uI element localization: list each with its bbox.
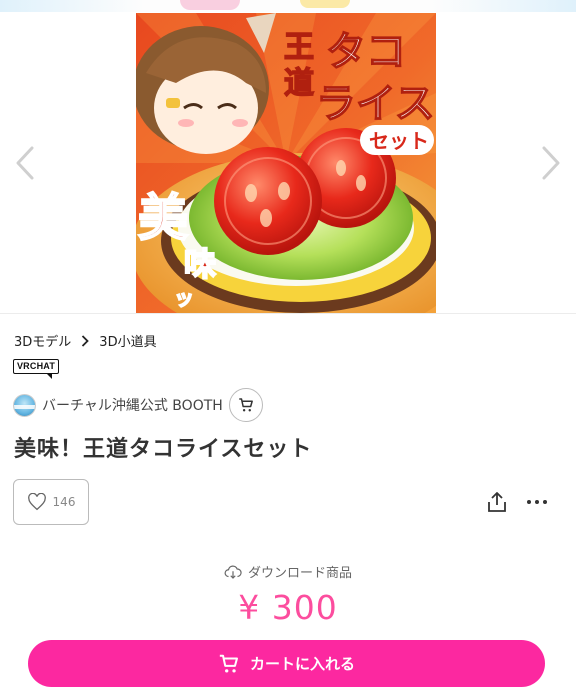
vrchat-badge[interactable]: VRCHAT (13, 359, 61, 379)
taco-rice-illustration: 王 道 タコ ライス セット 美 味 ッ (136, 13, 436, 313)
shop-name-link[interactable]: バーチャル沖縄公式 BOOTH (42, 395, 223, 415)
top-banner-strip (0, 0, 576, 12)
price: ¥ 300 (238, 588, 338, 627)
product-title: 美味！王道タコライスセット (14, 437, 313, 462)
breadcrumb-item-3d-props[interactable]: 3D小道具 (99, 331, 156, 350)
product-gallery: 王 道 タコ ライス セット 美 味 ッ (0, 0, 576, 314)
like-count: 146 (52, 495, 76, 509)
download-product-label: ダウンロード商品 (0, 562, 576, 581)
gallery-prev-button[interactable] (12, 143, 42, 183)
breadcrumb: 3Dモデル 3D小道具 (14, 331, 157, 350)
breadcrumb-item-3d-model[interactable]: 3Dモデル (14, 331, 71, 350)
chevron-right-icon (82, 334, 90, 347)
chevron-right-icon (542, 146, 560, 180)
shop-info: バーチャル沖縄公式 BOOTH (13, 388, 263, 422)
svg-text:セット: セット (369, 129, 429, 153)
cart-icon (239, 398, 253, 412)
more-dots-icon (527, 500, 547, 504)
share-icon (488, 492, 506, 512)
svg-text:タコ: タコ (326, 29, 406, 75)
vrchat-badge-label: VRCHAT (13, 359, 59, 374)
svg-text:ッ: ッ (174, 286, 194, 310)
svg-text:王: 王 (284, 30, 314, 65)
like-button[interactable]: 146 (13, 479, 89, 525)
chevron-left-icon (16, 146, 34, 180)
add-to-cart-label: カートに入れる (249, 655, 355, 673)
more-options-button[interactable] (525, 490, 549, 514)
download-label-text: ダウンロード商品 (247, 566, 352, 581)
svg-text:美: 美 (138, 189, 188, 247)
svg-text:道: 道 (284, 66, 314, 101)
share-button[interactable] (485, 490, 509, 514)
svg-text:ライス: ライス (316, 81, 435, 127)
cloud-download-icon (224, 565, 242, 579)
cart-icon (219, 654, 238, 673)
shop-avatar[interactable] (13, 393, 36, 417)
product-main-image[interactable]: 王 道 タコ ライス セット 美 味 ッ (136, 13, 436, 313)
heart-icon (27, 493, 46, 511)
gallery-next-button[interactable] (534, 143, 564, 183)
add-to-cart-button[interactable]: カートに入れる (28, 640, 545, 687)
svg-text:味: 味 (184, 245, 216, 283)
shop-cart-button[interactable] (228, 388, 263, 422)
